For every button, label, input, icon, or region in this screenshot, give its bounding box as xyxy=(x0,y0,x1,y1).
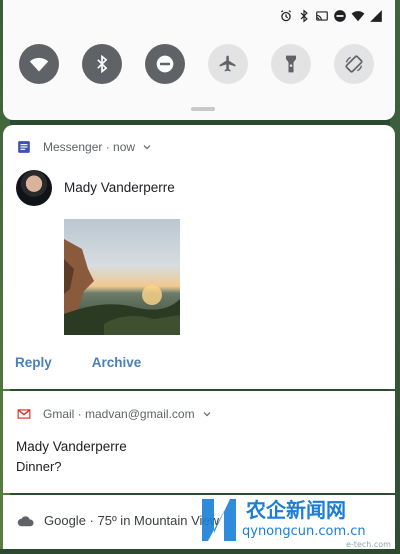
alarm-icon xyxy=(281,10,291,22)
svg-text:qynongcun.com.cn: qynongcun.com.cn xyxy=(242,524,366,539)
message-photo[interactable] xyxy=(64,219,180,335)
separator-dot: · xyxy=(102,140,114,154)
gmail-notification[interactable]: Gmail · madvan@gmail.com Mady Vanderperr… xyxy=(3,391,395,493)
rotate-icon xyxy=(345,55,363,73)
messenger-header: Messenger · now xyxy=(17,140,153,154)
gmail-message: Dinner? xyxy=(16,459,62,474)
messenger-app-icon xyxy=(18,141,30,153)
weather-row: Google · 75º in Mountain View xyxy=(17,513,219,528)
expand-handle[interactable] xyxy=(191,107,215,111)
messenger-time: now xyxy=(113,140,136,154)
wifi-tile[interactable] xyxy=(19,44,59,84)
dnd-icon xyxy=(156,55,174,73)
separator-dot: · xyxy=(74,407,86,421)
messenger-sender: Mady Vanderperre xyxy=(64,180,175,195)
flashlight-tile[interactable] xyxy=(271,44,311,84)
chevron-down-icon[interactable] xyxy=(141,141,153,153)
dnd-tile[interactable] xyxy=(145,44,185,84)
landscape-image xyxy=(64,239,180,335)
bluetooth-icon xyxy=(97,54,108,74)
avatar xyxy=(16,170,52,206)
cloud-icon xyxy=(17,515,34,526)
gmail-app-name: Gmail xyxy=(43,407,75,421)
messenger-app-name: Messenger xyxy=(43,140,103,154)
reply-button[interactable]: Reply xyxy=(15,355,52,370)
gmail-account: madvan@gmail.com xyxy=(85,407,195,421)
quick-settings-panel xyxy=(3,0,395,120)
dnd-icon xyxy=(334,10,346,22)
wifi-icon xyxy=(351,11,365,22)
gmail-header: Gmail · madvan@gmail.com xyxy=(17,407,213,421)
auto-rotate-tile[interactable] xyxy=(334,44,374,84)
bluetooth-tile[interactable] xyxy=(82,44,122,84)
messenger-notification[interactable]: Messenger · now Mady Vanderperre Reply A… xyxy=(3,125,395,389)
archive-button[interactable]: Archive xyxy=(92,355,142,370)
watermark: 农企新闻网 qynongcun.com.cn e-tech.com xyxy=(196,493,400,549)
battery-icon xyxy=(370,10,382,22)
messenger-actions: Reply Archive xyxy=(15,355,141,370)
chevron-down-icon[interactable] xyxy=(201,408,213,420)
google-app-name: Google xyxy=(44,513,86,528)
status-bar xyxy=(279,8,383,24)
wifi-icon xyxy=(29,57,49,72)
separator-dot: · xyxy=(85,513,98,528)
gmail-sender: Mady Vanderperre xyxy=(16,439,127,454)
watermark-logo: 农企新闻网 qynongcun.com.cn e-tech.com xyxy=(202,498,391,549)
airplane-tile[interactable] xyxy=(208,44,248,84)
quick-tiles xyxy=(19,44,374,84)
flashlight-icon xyxy=(286,55,296,73)
svg-text:e-tech.com: e-tech.com xyxy=(346,540,391,549)
gmail-app-icon xyxy=(17,409,31,419)
airplane-icon xyxy=(219,55,236,72)
svg-text:农企新闻网: 农企新闻网 xyxy=(245,498,346,522)
cast-icon xyxy=(316,11,328,21)
bluetooth-icon xyxy=(300,9,308,23)
